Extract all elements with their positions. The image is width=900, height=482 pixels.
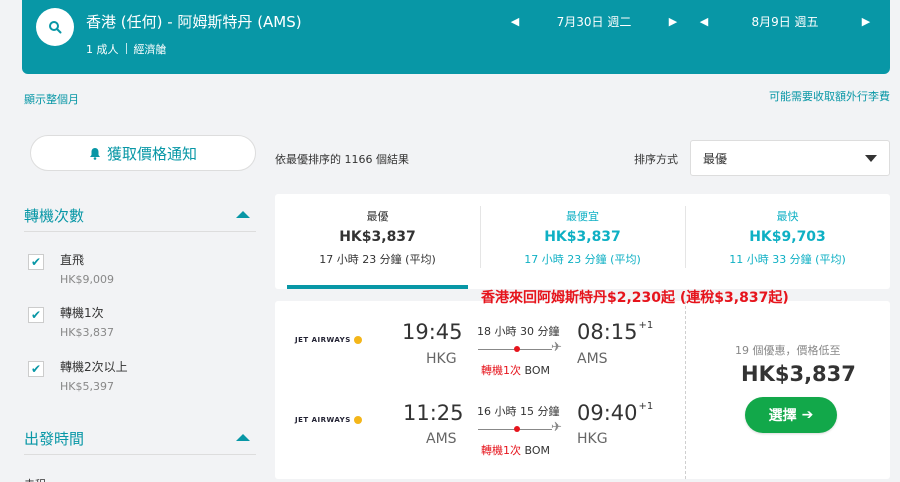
- nonstop-checkbox[interactable]: ✔: [28, 254, 44, 270]
- tab-price: HK$9,703: [749, 229, 826, 245]
- card-divider: [685, 301, 686, 479]
- arrival-airport: HKG: [577, 431, 608, 447]
- stop-option-nonstop[interactable]: ✔ 直飛 HK$9,009: [28, 251, 114, 286]
- tab-cheapest[interactable]: 最便宜 HK$3,837 17 小時 23 分鐘 (平均): [480, 194, 685, 289]
- price-alert-label: 獲取價格通知: [106, 144, 197, 163]
- outbound-label: 去程: [24, 476, 46, 482]
- stops-collapse-icon[interactable]: [236, 211, 250, 218]
- departure-airport: AMS: [426, 431, 457, 447]
- departure-time: 11:25: [403, 401, 464, 425]
- search-icon: [49, 21, 62, 34]
- tab-duration: 17 小時 23 分鐘 (平均): [319, 253, 436, 266]
- arrival-time: 08:15+1: [577, 320, 653, 344]
- tab-duration: 11 小時 33 分鐘 (平均): [729, 253, 846, 266]
- stop-option-price: HK$3,837: [60, 326, 114, 339]
- passenger-count: 1 成人: [86, 43, 119, 56]
- divider: [24, 454, 256, 455]
- return-prev-icon[interactable]: ◀: [697, 15, 711, 28]
- two-plus-checkbox[interactable]: ✔: [28, 361, 44, 377]
- airline-mark-icon: [353, 416, 362, 424]
- stop-option-label: 轉機1次: [60, 306, 104, 320]
- stop-option-label: 轉機2次以上: [60, 360, 128, 374]
- arrival-airport: AMS: [577, 351, 608, 367]
- airline-logo: JET AIRWAYS: [295, 416, 362, 424]
- stop-option-label: 直飛: [60, 253, 85, 267]
- tab-label: 最優: [366, 210, 389, 223]
- result-count: 依最優排序的 1166 個結果: [275, 153, 409, 166]
- arrival-time-value: 09:40: [577, 401, 638, 425]
- lowest-price: HK$3,837: [741, 362, 856, 386]
- flight-duration: 18 小時 30 分鐘: [477, 325, 560, 338]
- sort-value: 最優: [703, 151, 728, 166]
- departure-time: 19:45: [402, 320, 463, 344]
- day-offset: +1: [638, 320, 654, 331]
- arrow-right-icon: ➔: [801, 407, 814, 423]
- one-stop-checkbox[interactable]: ✔: [28, 307, 44, 323]
- flight-result-card[interactable]: JET AIRWAYS 19:45 HKG 18 小時 30 分鐘 ✈ 轉機1次…: [275, 301, 890, 479]
- arrival-time-value: 08:15: [577, 320, 638, 344]
- stop-info: 轉機1次 BOM: [481, 442, 550, 458]
- tab-price: HK$3,837: [544, 229, 621, 245]
- plane-icon: ✈: [551, 340, 562, 355]
- depart-prev-icon[interactable]: ◀: [508, 15, 522, 28]
- stop-option-two-plus[interactable]: ✔ 轉機2次以上 HK$5,397: [28, 358, 128, 393]
- show-month-link[interactable]: 顯示整個月: [24, 91, 79, 107]
- price-alert-button[interactable]: 獲取價格通知: [30, 135, 256, 171]
- stop-info: 轉機1次 BOM: [481, 362, 550, 378]
- tab-label: 最便宜: [566, 210, 599, 223]
- airline-name: JET AIRWAYS: [295, 336, 351, 344]
- return-next-icon[interactable]: ▶: [859, 15, 873, 28]
- airline-name: JET AIRWAYS: [295, 416, 351, 424]
- offers-count: 19 個優惠，價格低至: [735, 344, 841, 357]
- tab-best[interactable]: 最優 HK$3,837 17 小時 23 分鐘 (平均): [275, 194, 480, 289]
- stop-option-price: HK$5,397: [60, 380, 114, 393]
- search-header: 香港 (任何) - 阿姆斯特丹 (AMS) 1 成人 經濟艙 ◀ 7月30日 週二…: [22, 0, 890, 74]
- passenger-cabin-summary[interactable]: 1 成人 經濟艙: [86, 41, 167, 57]
- separator: [125, 43, 127, 54]
- select-flight-button[interactable]: 選擇 ➔: [745, 397, 837, 433]
- tab-duration: 17 小時 23 分鐘 (平均): [524, 253, 641, 266]
- stop-option-one-stop[interactable]: ✔ 轉機1次 HK$3,837: [28, 304, 114, 339]
- stops-filter-title[interactable]: 轉機次數: [24, 205, 84, 226]
- tab-price: HK$3,837: [339, 229, 416, 245]
- select-label: 選擇: [768, 408, 797, 424]
- cabin-class: 經濟艙: [133, 43, 167, 56]
- depart-date[interactable]: 7月30日 週二: [522, 13, 666, 30]
- departure-airport: HKG: [426, 351, 457, 367]
- depart-next-icon[interactable]: ▶: [666, 15, 680, 28]
- stop-count: 轉機1次: [481, 364, 521, 377]
- return-date-nav: ◀ 8月9日 週五 ▶: [697, 9, 873, 33]
- return-date[interactable]: 8月9日 週五: [711, 13, 859, 30]
- route-title[interactable]: 香港 (任何) - 阿姆斯特丹 (AMS): [86, 11, 302, 32]
- stop-count: 轉機1次: [481, 444, 521, 457]
- tab-label: 最快: [776, 210, 799, 223]
- bell-icon: [89, 147, 100, 160]
- departure-time-title[interactable]: 出發時間: [24, 428, 84, 449]
- tab-fastest[interactable]: 最快 HK$9,703 11 小時 33 分鐘 (平均): [685, 194, 890, 289]
- airline-logo: JET AIRWAYS: [295, 336, 362, 344]
- depart-date-nav: ◀ 7月30日 週二 ▶: [508, 9, 680, 33]
- day-offset: +1: [638, 401, 654, 412]
- baggage-fees-link[interactable]: 可能需要收取額外行李費: [769, 88, 890, 104]
- sort-select[interactable]: 最優: [690, 140, 890, 176]
- search-button[interactable]: [36, 8, 74, 46]
- chevron-down-icon: [865, 154, 877, 162]
- promo-overlay-text: 香港來回阿姆斯特丹$2,230起 (連稅$3,837起): [481, 290, 789, 306]
- stopover-dot: [514, 426, 520, 432]
- arrival-time: 09:40+1: [577, 401, 653, 425]
- divider: [24, 231, 256, 232]
- stopover-dot: [514, 346, 520, 352]
- stop-airport: BOM: [524, 364, 551, 377]
- flight-duration: 16 小時 15 分鐘: [477, 405, 560, 418]
- sort-tabs: 最優 HK$3,837 17 小時 23 分鐘 (平均) 最便宜 HK$3,83…: [275, 194, 890, 289]
- airline-mark-icon: [353, 336, 362, 344]
- sort-label: 排序方式: [634, 153, 678, 166]
- stop-airport: BOM: [524, 444, 551, 457]
- stop-option-price: HK$9,009: [60, 273, 114, 286]
- departure-collapse-icon[interactable]: [236, 434, 250, 441]
- plane-icon: ✈: [551, 420, 562, 435]
